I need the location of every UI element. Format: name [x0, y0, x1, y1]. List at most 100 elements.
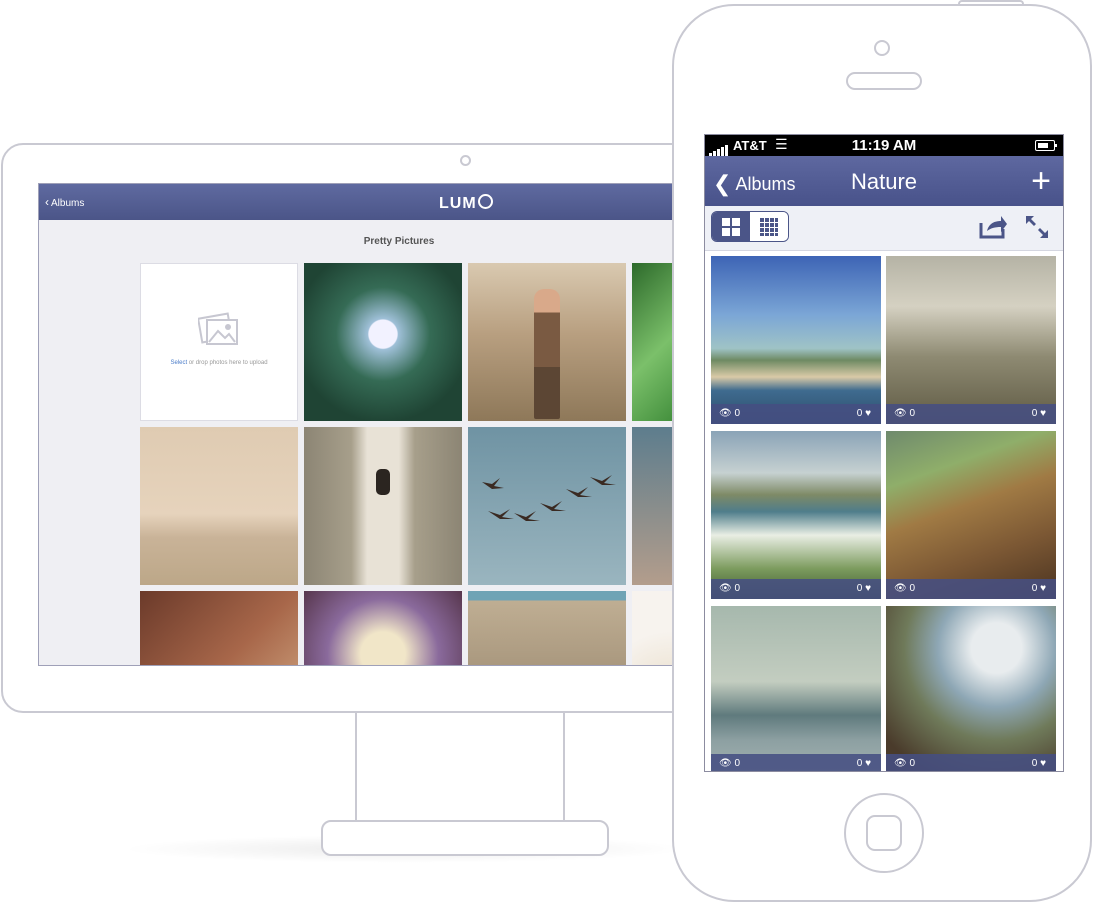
view-count: 👁 0	[719, 758, 740, 769]
photo-water-lily[interactable]	[304, 263, 462, 421]
view-count-value: 0	[734, 408, 741, 419]
select-link[interactable]: Select	[170, 360, 187, 366]
photo-boardwalk-child[interactable]	[304, 427, 462, 585]
monitor-stand	[355, 712, 565, 832]
logo-o-mark	[477, 194, 493, 209]
like-count: 0 ♥	[857, 408, 871, 419]
like-count-value: 0	[856, 758, 863, 769]
photo-shell[interactable]	[632, 591, 675, 665]
heart-icon: ♥	[865, 583, 871, 594]
photo-info-bar: 👁 0 0 ♥	[886, 404, 1056, 424]
figure-silhouette	[534, 289, 560, 419]
like-count: 0 ♥	[857, 583, 871, 594]
monitor-base	[321, 820, 609, 856]
view-count-value: 0	[909, 583, 916, 594]
like-count-value: 0	[1031, 408, 1038, 419]
photo-blur[interactable]	[632, 427, 675, 585]
nav-title: Nature	[850, 169, 918, 194]
photo-birds-flying[interactable]	[468, 427, 626, 585]
view-count: 👁 0	[894, 758, 915, 769]
eye-icon: 👁	[719, 583, 732, 594]
photo-info-bar: 👁 0 0 ♥	[711, 579, 881, 599]
album-title: Pretty Pictures	[363, 236, 435, 247]
view-count: 👁 0	[894, 583, 915, 594]
view-count-value: 0	[734, 758, 741, 769]
photo-pebble-beach[interactable]	[468, 591, 626, 665]
view-count: 👁 0	[719, 408, 740, 419]
phone-screen: AT&T ☰ 11:19 AM ❮ Albums Nature + 👁 0 0 …	[704, 134, 1064, 772]
upload-tile[interactable]: Select or drop photos here to upload	[140, 263, 298, 421]
status-time: 11:19 AM	[851, 137, 917, 154]
photo-man-field[interactable]	[468, 263, 626, 421]
eye-icon: 👁	[719, 758, 732, 769]
photo-info-bar: 👁 0 0 ♥	[886, 579, 1056, 599]
home-square-icon	[866, 815, 902, 851]
small-grid-button[interactable]	[750, 212, 788, 241]
grid-size-toggle	[711, 211, 789, 242]
status-bar: AT&T ☰ 11:19 AM	[705, 135, 1063, 156]
monitor-camera	[460, 155, 471, 166]
view-count: 👁 0	[719, 583, 740, 594]
iphone-power-button	[958, 0, 1024, 6]
photo-leaves[interactable]	[632, 263, 675, 421]
eye-icon: 👁	[894, 408, 907, 419]
photo-microphone[interactable]	[304, 591, 462, 665]
expand-button[interactable]	[1025, 215, 1049, 244]
eye-icon: 👁	[894, 583, 907, 594]
desktop-screen: ‹ Albums LUM Pretty Pictures Select or dr…	[38, 183, 676, 666]
photo-tile[interactable]: 👁 0 0 ♥	[711, 256, 881, 424]
navigation-bar: ❮ Albums Nature +	[705, 156, 1063, 206]
large-grid-button[interactable]	[712, 212, 750, 241]
desktop-back-button[interactable]: ‹ Albums	[45, 195, 84, 209]
like-count: 0 ♥	[1032, 408, 1046, 419]
view-toolbar	[705, 206, 1063, 251]
photo-tile[interactable]: 👁 0 0 ♥	[886, 256, 1056, 424]
battery-icon	[1035, 140, 1057, 151]
eye-icon: 👁	[719, 408, 732, 419]
upload-hint: Select or drop photos here to upload	[141, 360, 297, 366]
like-count: 0 ♥	[1032, 583, 1046, 594]
app-logo-text: LUM	[439, 195, 477, 212]
share-button[interactable]	[979, 215, 1007, 244]
like-count-value: 0	[856, 583, 863, 594]
app-logo: LUM	[439, 193, 493, 213]
add-photo-button[interactable]: +	[1031, 162, 1051, 201]
desktop-header: ‹ Albums LUM	[39, 184, 675, 220]
iphone-camera	[874, 40, 890, 56]
photo-info-bar: 👁 0 0 ♥	[711, 404, 881, 424]
like-count: 0 ♥	[857, 758, 871, 769]
heart-icon: ♥	[865, 408, 871, 419]
iphone-speaker	[846, 72, 922, 90]
desktop-back-label: Albums	[51, 198, 85, 209]
heart-icon: ♥	[1040, 583, 1046, 594]
upload-hint-text: or drop photos here to upload	[187, 360, 268, 366]
image-upload-icon	[198, 312, 238, 345]
photo-tile[interactable]: 👁 0 0 ♥	[886, 606, 1056, 771]
like-count-value: 0	[856, 408, 863, 419]
birds-graphic	[482, 475, 616, 521]
share-icon	[979, 216, 1007, 239]
photo-tile[interactable]: 👁 0 0 ♥	[711, 606, 881, 771]
chevron-left-icon: ‹	[45, 195, 49, 209]
eye-icon: 👁	[894, 758, 907, 769]
photo-tile[interactable]: 👁 0 0 ♥	[711, 431, 881, 599]
view-count-value: 0	[909, 408, 916, 419]
like-count-value: 0	[1031, 583, 1038, 594]
photo-info-bar: 👁 0 0 ♥	[711, 754, 881, 771]
grid-small-icon	[760, 217, 778, 236]
grid-large-icon	[722, 217, 740, 236]
child-figure	[376, 469, 390, 495]
like-count-value: 0	[1031, 758, 1038, 769]
heart-icon: ♥	[1040, 408, 1046, 419]
heart-icon: ♥	[1040, 758, 1046, 769]
photo-info-bar: 👁 0 0 ♥	[886, 754, 1056, 771]
photo-desert-camels[interactable]	[140, 427, 298, 585]
photo-tile[interactable]: 👁 0 0 ♥	[886, 431, 1056, 599]
view-count-value: 0	[734, 583, 741, 594]
view-count: 👁 0	[894, 408, 915, 419]
view-count-value: 0	[909, 758, 916, 769]
photo-brick-alley[interactable]	[140, 591, 298, 665]
like-count: 0 ♥	[1032, 758, 1046, 769]
expand-icon	[1026, 216, 1048, 238]
heart-icon: ♥	[865, 758, 871, 769]
